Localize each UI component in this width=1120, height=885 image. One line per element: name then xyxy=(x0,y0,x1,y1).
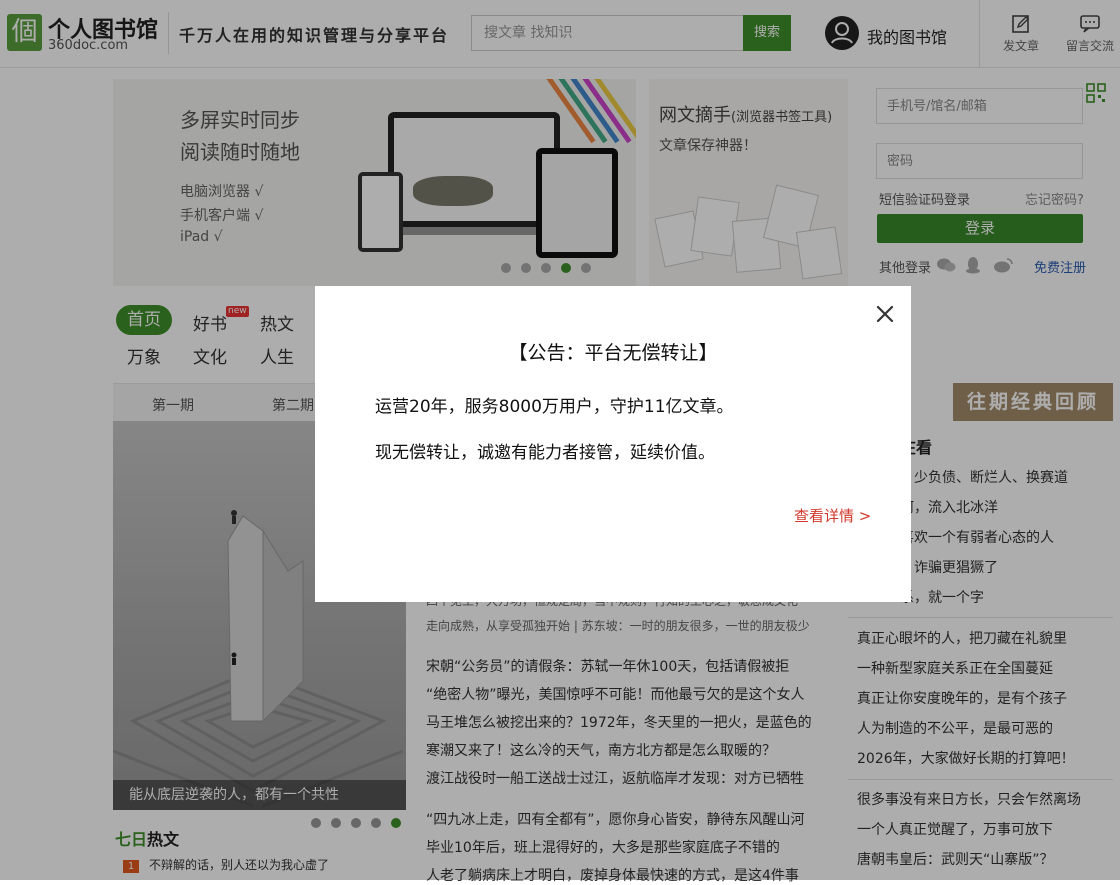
modal-title: 【公告：平台无偿转让】 xyxy=(508,342,718,364)
announcement-modal: 【公告：平台无偿转让】 运营20年，服务8000万用户，守护11亿文章。 现无偿… xyxy=(315,286,911,602)
modal-line-2: 现无偿转让，诚邀有能力者接管，延续价值。 xyxy=(375,443,715,463)
view-details-link[interactable]: 查看详情 > xyxy=(794,505,871,526)
close-icon[interactable] xyxy=(874,303,896,325)
modal-line-1: 运营20年，服务8000万用户，守护11亿文章。 xyxy=(375,397,734,417)
